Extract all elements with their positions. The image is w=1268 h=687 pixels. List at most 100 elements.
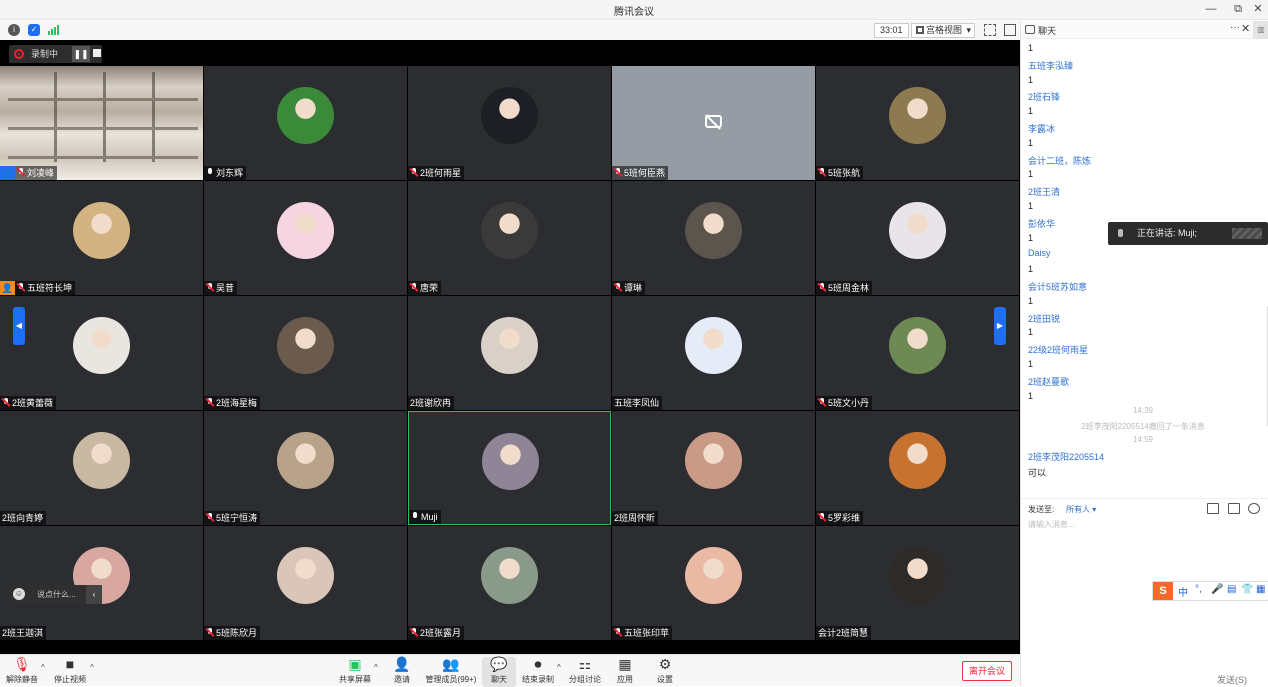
video-tile[interactable]: 2班何雨星 [408,66,611,180]
video-tile[interactable]: 2班谢欣冉 [408,296,611,410]
video-tile[interactable]: 2班海星梅 [204,296,407,410]
avatar [481,317,538,374]
stop-recording-button[interactable] [93,49,101,57]
video-tile[interactable]: 2班向青婷 [0,411,203,525]
breakout-rooms-button[interactable]: ⚏ 分组讨论 [567,657,603,687]
chat-button[interactable]: 💬 聊天 [482,657,516,687]
video-tile[interactable]: 5班何臣燕 [612,66,815,180]
video-tile[interactable]: 2班周怀昕 [612,411,815,525]
chat-sender-name[interactable]: 五班李泓臻 [1028,59,1073,72]
video-tile[interactable]: 5罗彩维 [816,411,1019,525]
chat-sender-name[interactable]: 李露冰 [1028,122,1055,135]
audio-options-caret[interactable]: ^ [41,663,45,672]
camera-off-icon [705,115,722,128]
participant-name-tag: 刘凌峰 [15,166,58,180]
user-icon[interactable] [1248,503,1260,514]
record-options-caret[interactable]: ^ [557,663,561,672]
video-tile[interactable]: Muji [408,411,611,525]
video-tile[interactable]: 👤 五班符长坤 [0,181,203,295]
chat-sender-name[interactable]: 2班田锐 [1028,312,1060,325]
settings-button[interactable]: ⚙ 设置 [651,657,679,687]
screenshot-icon[interactable] [1228,503,1240,514]
ime-key-1[interactable]: °, [1195,584,1202,595]
video-tile[interactable]: 五班张印苹 [612,526,815,640]
video-tile[interactable]: 刘东辉 [204,66,407,180]
chat-sender-name[interactable]: 2班赵蔓歌 [1028,375,1069,388]
video-tile[interactable]: 谭琳 [612,181,815,295]
send-button[interactable]: 发送(S) [1217,673,1247,686]
more-icon[interactable]: ··· [1230,22,1240,33]
video-tile[interactable]: 2班张露月 [408,526,611,640]
video-tile[interactable]: 唐荣 [408,181,611,295]
chat-sender-name[interactable]: 22级2班何雨星 [1028,343,1088,356]
video-tile[interactable]: 会计2班简慧 [816,526,1019,640]
share-screen-button[interactable]: ▣ 共享屏幕 [337,657,373,687]
video-tile[interactable]: 👤 刘凌峰 [0,66,203,180]
collapse-arrow-icon[interactable]: ‹ [86,585,102,604]
ime-key-4[interactable]: 👕 [1241,584,1253,595]
manage-members-button[interactable]: 👥 管理成员(99+) [423,657,479,687]
end-recording-button[interactable]: ⏺ 结束录制 [520,657,556,687]
apps-button[interactable]: ▦ 应用 [611,657,639,687]
chat-sender-name[interactable]: Daisy [1028,248,1051,258]
shield-icon[interactable]: ✓ [28,24,40,36]
video-tile[interactable]: 5班陈欣月 [204,526,407,640]
chat-sender-name[interactable]: 2班石锋 [1028,90,1060,103]
ime-key-5[interactable]: ▦ [1256,584,1265,595]
mic-muted-icon [818,168,826,177]
close-window-icon[interactable]: ✕ [1250,2,1266,17]
video-tile[interactable]: 5班周金林 [816,181,1019,295]
video-tile[interactable]: 5班宁恒涛 [204,411,407,525]
video-options-caret[interactable]: ^ [90,663,94,672]
video-tile[interactable]: 吴昔 [204,181,407,295]
minimize-icon[interactable]: — [1203,2,1219,17]
video-area: 录制中 ❚❚ 👤 刘凌峰 刘东辉 2班何雨星 5班何臣燕 5班张航 👤 五班符长坤 吴昔 唐荣 谭琳… [0,40,1020,654]
ime-key-2[interactable]: 🎤 [1211,584,1223,595]
video-tile[interactable]: 2班王迦淇 [0,526,203,640]
chat-sender-name[interactable]: 会计5班苏如意 [1028,280,1087,293]
audio-wave-icon [1232,228,1262,239]
chat-message-list: 1 五班李泓臻 1 2班石锋 1 李露冰 1 会计二班，陈炼 1 2班王清 1 彭依华 1 Daisy 1 会… [1028,41,1258,501]
folder-icon[interactable] [1207,503,1219,514]
stop-video-button[interactable]: ■ 停止视频 [52,657,88,687]
next-page-button[interactable]: ▶ [994,307,1006,345]
participant-name-tag: 刘东辉 [204,166,247,180]
participant-name: 刘凌峰 [27,168,55,178]
signal-icon[interactable] [48,25,59,35]
emoji-icon[interactable]: ☺ [13,588,25,600]
ime-logo[interactable]: S [1153,582,1173,600]
ime-key-3[interactable]: ▤ [1227,584,1236,595]
pause-recording-button[interactable]: ❚❚ [72,46,90,62]
previous-page-button[interactable]: ◀ [13,307,25,345]
video-tile[interactable]: 5班张航 [816,66,1019,180]
chat-message-text: 1 [1028,43,1034,53]
unmute-label: 解除静音 [6,675,38,684]
fullscreen-icon[interactable] [984,24,996,36]
unmute-button[interactable]: 🎙 解除静音 [4,657,40,687]
chat-sender-name[interactable]: 会计二班，陈炼 [1028,154,1091,167]
chat-input[interactable]: 请输入消息... [1028,519,1075,530]
quick-chat-bubble[interactable]: ☺ 说点什么... ‹ [9,585,102,604]
chat-sender-name[interactable]: 彭依华 [1028,217,1055,230]
send-to-select[interactable]: 所有人 ▾ [1066,504,1096,515]
breakout-icon: ⚏ [578,656,592,672]
avatar [889,202,946,259]
share-options-caret[interactable]: ^ [374,663,378,672]
video-tile[interactable]: 五班李凤仙 [612,296,815,410]
mic-muted-icon [410,628,418,637]
close-chat-icon[interactable]: ✕ [1241,22,1250,35]
ime-key-0[interactable]: 中 [1178,584,1188,599]
video-tile[interactable]: 5班文小丹 [816,296,1019,410]
sidebar-icon[interactable] [1004,24,1016,36]
chat-sender-name[interactable]: 2班王清 [1028,185,1060,198]
avatar [685,202,742,259]
view-mode-select[interactable]: 宫格视图 ▾ [911,23,975,38]
info-icon[interactable]: i [8,24,20,36]
invite-button[interactable]: 👤 邀请 [387,657,417,687]
leave-meeting-button[interactable]: 离开会议 [962,661,1012,681]
chat-sender-name[interactable]: 2班李茂阳2205514 [1028,450,1104,463]
collapse-panel-icon[interactable]: ▥ [1253,21,1268,39]
participant-name-tag: 五班张印苹 [612,626,673,640]
video-tile[interactable]: 2班黄蕾薇 [0,296,203,410]
restore-icon[interactable]: ⧉ [1230,2,1246,17]
